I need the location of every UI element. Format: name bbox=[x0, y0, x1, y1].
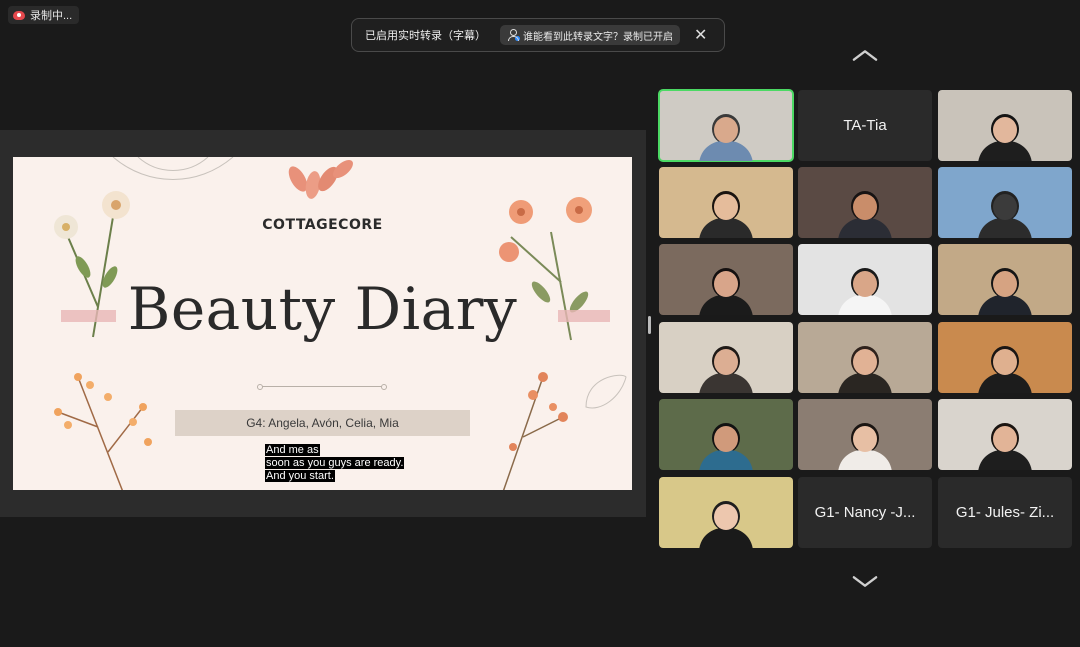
participant-video bbox=[978, 423, 1032, 470]
slide-title: Beauty Diary bbox=[127, 275, 518, 343]
bottom-right-flowers-decoration bbox=[502, 372, 568, 490]
leaf-outline-decoration bbox=[585, 374, 627, 409]
participant-tile[interactable]: G1- Jules- Zi... bbox=[938, 477, 1072, 548]
participant-icon bbox=[507, 29, 520, 41]
participant-video bbox=[838, 268, 892, 315]
who-can-see-label: 谁能看到此转录文字？录制已开启 bbox=[523, 31, 673, 43]
participant-tile[interactable]: G1- Nancy -J... bbox=[798, 477, 932, 548]
participant-tile[interactable] bbox=[798, 399, 932, 470]
split-resize-handle[interactable] bbox=[648, 316, 651, 334]
participant-video bbox=[978, 268, 1032, 315]
caption-line: And me as bbox=[265, 444, 320, 456]
group-members-banner: G4: Angela, Avón, Celia, Mia bbox=[175, 410, 470, 436]
participant-tile[interactable] bbox=[659, 399, 793, 470]
participant-video bbox=[838, 346, 892, 393]
participant-video bbox=[699, 501, 753, 548]
group-members-text: G4: Angela, Avón, Celia, Mia bbox=[246, 416, 399, 430]
participant-tile[interactable] bbox=[659, 167, 793, 238]
transcript-enabled-text: 已启用实时转录（字幕） bbox=[365, 30, 486, 42]
participant-tile[interactable] bbox=[938, 90, 1072, 161]
slide-divider bbox=[257, 384, 387, 390]
participant-tile[interactable] bbox=[798, 244, 932, 315]
recording-indicator[interactable]: 录制中... bbox=[8, 6, 80, 24]
chevron-up-icon bbox=[852, 50, 878, 61]
participant-video bbox=[838, 191, 892, 238]
participant-tile[interactable] bbox=[938, 399, 1072, 470]
screen-share-view: COTTAGECORE Beauty Diary G4: Angela, Avó… bbox=[0, 130, 646, 517]
recording-label: 录制中... bbox=[30, 10, 73, 22]
participant-tile[interactable] bbox=[798, 322, 932, 393]
participant-tile[interactable] bbox=[798, 167, 932, 238]
top-flower-decoration bbox=[288, 160, 353, 199]
participant-video bbox=[978, 114, 1032, 161]
participant-video bbox=[978, 191, 1032, 238]
gallery-scroll-up-button[interactable] bbox=[852, 48, 878, 64]
caption-line: soon as you guys are ready. bbox=[265, 457, 405, 469]
participant-video bbox=[699, 346, 753, 393]
participant-tile[interactable] bbox=[658, 89, 794, 162]
bottom-left-flowers-decoration bbox=[54, 373, 152, 490]
participant-tile[interactable] bbox=[659, 322, 793, 393]
participant-video bbox=[699, 423, 753, 470]
caption-line: And you start. bbox=[265, 470, 335, 482]
participant-tile[interactable] bbox=[938, 167, 1072, 238]
participant-video bbox=[838, 423, 892, 470]
participant-tile[interactable] bbox=[938, 322, 1072, 393]
participant-name: G1- Jules- Zi... bbox=[955, 504, 1055, 521]
participant-video bbox=[699, 191, 753, 238]
cloud-record-icon bbox=[13, 10, 25, 20]
gallery-scroll-down-button[interactable] bbox=[852, 574, 878, 590]
who-can-see-transcript-button[interactable]: 谁能看到此转录文字？录制已开启 bbox=[500, 25, 680, 45]
live-transcript-banner: 已启用实时转录（字幕） 谁能看到此转录文字？录制已开启 ✕ bbox=[351, 18, 725, 52]
participant-tile[interactable] bbox=[659, 244, 793, 315]
close-icon[interactable]: ✕ bbox=[694, 25, 707, 45]
presentation-slide: COTTAGECORE Beauty Diary G4: Angela, Avó… bbox=[13, 157, 632, 490]
participant-tile[interactable] bbox=[659, 477, 793, 548]
chevron-down-icon bbox=[852, 576, 878, 587]
participant-video bbox=[978, 346, 1032, 393]
slide-kicker: COTTAGECORE bbox=[262, 217, 383, 233]
participant-video bbox=[699, 114, 753, 161]
participant-tile[interactable] bbox=[938, 244, 1072, 315]
participant-name: TA-Tia bbox=[843, 117, 887, 134]
participant-video bbox=[699, 268, 753, 315]
live-caption-subtitle: And me as soon as you guys are ready. An… bbox=[265, 444, 405, 483]
participant-name: G1- Nancy -J... bbox=[814, 504, 916, 521]
participant-tile[interactable]: TA-Tia bbox=[798, 90, 932, 161]
